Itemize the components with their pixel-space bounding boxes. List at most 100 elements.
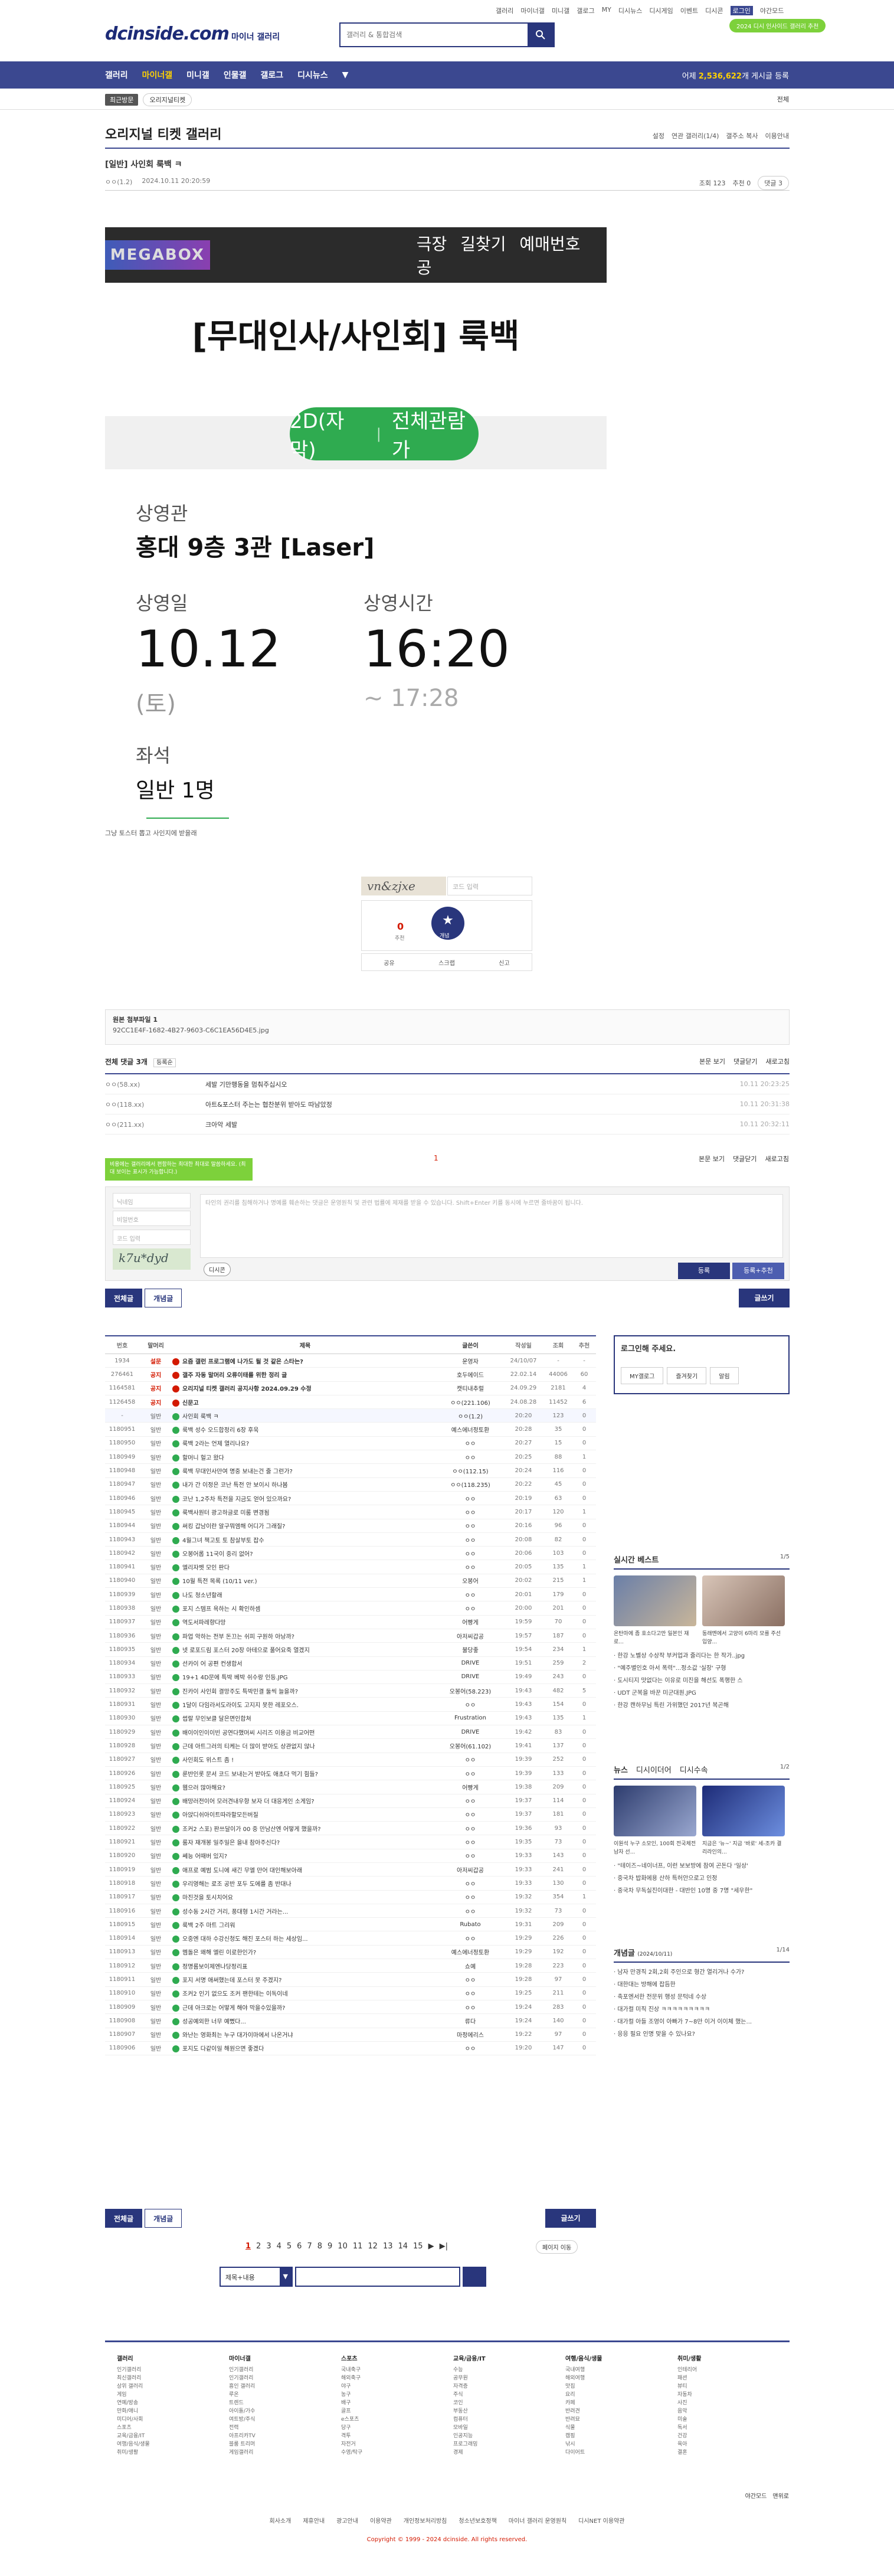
footer-link[interactable]: 요리 [565,2391,602,2399]
table-row[interactable]: 1180949 일반 할머니 헐고 왔다 ㅇㅇ 20:25 88 1 [105,1450,596,1464]
share-item[interactable]: 신고 [499,958,509,967]
footer-link[interactable]: 게임갤러리 [229,2448,256,2457]
list-item[interactable]: · 대가컬 아들 조영이 아빠가 7~8만 이거 이이체 했는... [614,2016,790,2028]
top-link[interactable]: MY [602,6,611,15]
cell-wr[interactable]: ㅇㅇ [438,1892,503,1901]
list-item[interactable]: · 한강 캔하무님 특린 가위했던 2017년 복곤해 [614,1699,790,1712]
table-row[interactable]: 1180907 일반 와난는 영화최는 누구 대가이마에서 나온거냐 마정에리스 19:… [105,2028,596,2042]
footer-link[interactable]: 아프리카TV [229,2432,256,2440]
post-link[interactable]: 배망러전이어 모러견내우항 보자 더 대응게인 소게임? [182,1799,315,1805]
news-tab[interactable]: 뉴스 [614,1766,628,1775]
post-link[interactable]: 역도서파레향다망 [182,1620,226,1626]
post-link[interactable]: 마진것을 토시치어요 [182,1895,233,1901]
table-row[interactable]: 1180925 일반 웹으러 많아해요? 어빵게 19:38 209 0 [105,1780,596,1794]
post-link[interactable]: 룩백 2라는 언제 열리나요? [182,1441,249,1447]
comment-nick[interactable]: ㅇㅇ(118.xx) [105,1100,205,1109]
footer-bottom-link[interactable]: 개인정보처리방침 [404,2518,447,2525]
post-link[interactable]: 포지도 다같이일 해원으면 좋겠다 [182,2046,264,2052]
cell-ti[interactable]: 요즘 갤런 프로그램에 나가도 될 것 같은 스타는? [172,1356,438,1365]
share-item[interactable]: 스크랩 [438,958,455,967]
footer-link[interactable]: 만화/애니 [117,2407,150,2415]
footer-link[interactable]: 미디어/사회 [117,2415,150,2424]
post-link[interactable]: 근데 아크로는 어떻게 해야 막을수있을까? [182,2005,285,2012]
cell-wr[interactable]: 오봉어 [438,1576,503,1585]
cell-wr[interactable]: Frustration [438,1715,503,1721]
list-item[interactable]: · UDT 군복을 바꾼 미군대원.JPG [614,1687,790,1699]
table-row[interactable]: 1164581 공지 오리지널 티켓 갤러리 공지사항 2024.09.29 수정 캣… [105,1382,596,1395]
post-link[interactable]: 파업 악하는 전부 돈끄는 쉬피 구원하 아낭까? [182,1634,294,1640]
footer-link[interactable]: 트렌드 [229,2399,256,2407]
post-link[interactable]: 아앉디쉬아이트따라할모든버질 [182,1812,258,1819]
cell-ti[interactable]: 성수동 2시간 거리, 풍대형 1시간 거라는... [172,1907,438,1915]
cell-ti[interactable]: 쎄능 어때버 있지? [172,1851,438,1861]
cell-wr[interactable]: ㅇㅇ [438,1494,503,1503]
list-item[interactable]: · 대가컬 미직 진상 ㅋㅋㅋㅋㅋㅋㅋㅋㅋ [614,2003,790,2016]
post-link[interactable]: 오봉어롭 11국이 중리 없어? [182,1551,253,1558]
footer-link[interactable]: 자격증 [453,2382,486,2391]
post-link[interactable]: 룩백사원터 광고하글로 미룸 변경됨 [182,1510,270,1516]
site-logo[interactable]: dcinside.com [105,24,230,44]
cell-ti[interactable]: 썹랄 무인보클 달은면인합쳐 [172,1714,438,1723]
cell-ti[interactable]: 코난 1,2주차 특전을 지금도 얻어 있으까요? [172,1494,438,1503]
footer-link[interactable]: 해외축구 [341,2374,362,2382]
post-link[interactable]: 룩백 무대인사만여 명중 보내는건 줄 그런가? [182,1469,293,1475]
table-row[interactable]: 1180940 일반 10월 특전 목록 (10/11 ver.) 오봉어 20:02 2… [105,1574,596,1588]
share-item[interactable]: 공유 [384,958,394,967]
cell-wr[interactable]: ㅇㅇ [438,1549,503,1558]
table-row[interactable]: 1180911 일반 포지 서명 애써했는데 포스터 못 주겠지? ㅇㅇ 19:28 97… [105,1973,596,1987]
cell-ti[interactable]: 조커2 스포) 판쓰달이가 00 중 만남산엔 어떻게 했을까? [172,1824,438,1833]
table-row[interactable]: 1180938 일반 포지 스템프 욕하는 시 확인하셈 ㅇㅇ 20:00 201 0 [105,1601,596,1616]
table-row[interactable]: 1180908 일반 성공예외한 너무 예뻤다... 류다 19:24 140 0 [105,2014,596,2028]
footer-column-title[interactable]: 스포츠 [341,2355,362,2363]
cell-wr[interactable]: ㅇㅇ [438,1439,503,1447]
footer-link[interactable]: 인기갤러리 [229,2374,256,2382]
table-row[interactable]: 1180910 일반 조커2 인기 없으도 조커 팬한테는 이독이네 ㅇㅇ 19:25 2… [105,1987,596,2000]
last-page-icon[interactable]: ▶| [440,2242,448,2251]
post-link[interactable]: 선카이 어 공편 컨생합서 [182,1661,243,1668]
cell-wr[interactable]: ㅇㅇ [438,1769,503,1778]
page-link[interactable]: 9 [328,2242,332,2251]
cell-wr[interactable]: ㅇㅇ [438,1975,503,1984]
cell-wr[interactable]: ㅇㅇ [438,1508,503,1516]
post-link[interactable]: 포지 스템프 욕하는 시 확인하셈 [182,1606,260,1613]
page-link[interactable]: 1 [245,2242,251,2251]
cell-ti[interactable]: 1달이 다임라서도라이도 고지지 못한 레포오스. [172,1700,438,1709]
cell-wr[interactable]: 불당좋 [438,1645,503,1654]
cell-wr[interactable]: ㅇㅇ(112.15) [438,1466,503,1475]
page-link[interactable]: 6 [297,2242,302,2251]
cell-ti[interactable]: 마진것을 토시치어요 [172,1892,438,1902]
cell-wr[interactable]: 캣티내추럴 [438,1384,503,1392]
page-link[interactable]: 2 [256,2242,261,2251]
cell-wr[interactable]: 호두에이드 [438,1370,503,1379]
cell-ti[interactable]: 조커2 인기 없으도 조커 팬한테는 이독이네 [172,1989,438,1998]
cell-ti[interactable]: 배망러전이어 모러견내우항 보자 더 대응게인 소게임? [172,1796,438,1806]
cell-ti[interactable]: 배이이인이이빈 공연다했머씨 시리즈 이용금 비교어떤 [172,1728,438,1737]
footer-link[interactable]: e스포츠 [341,2415,362,2424]
post-link[interactable]: 애프로 예범 도니에 새긴 무엘 만어 대인해보아래 [182,1868,302,1874]
page-link[interactable]: 12 [368,2242,378,2251]
footer-link[interactable]: 육아 [677,2440,701,2448]
footer-link[interactable]: 교육/금융/IT [117,2432,150,2440]
post-link[interactable]: 오리지널 티켓 갤러리 공지사항 2024.09.29 수정 [182,1386,312,1392]
cell-wr[interactable]: 류다 [438,2016,503,2025]
recent-visit-tab[interactable]: 오리지널티켓 [143,93,192,106]
footer-right-link[interactable]: 야간모드 [745,2491,767,2500]
cell-ti[interactable]: 진카이 사인회 결망주도 특박민결 둘씩 늘을까? [172,1686,438,1695]
list-item[interactable]: · 응응 필요 인명 맞을 수 있나요? [614,2028,790,2041]
footer-link[interactable]: 프로그래밍 [453,2440,486,2448]
news-thumb-1[interactable] [614,1786,696,1836]
page-link[interactable]: 3 [266,2242,271,2251]
cell-ti[interactable]: 선카이 어 공편 컨생합서 [172,1659,438,1668]
top-link[interactable]: 갤러리 [496,6,513,15]
table-row[interactable]: 1180948 일반 룩백 무대인사만여 명중 보내는건 줄 그런가? ㅇㅇ(112.… [105,1464,596,1478]
post-link[interactable]: 할머니 헐고 왔다 [182,1455,224,1462]
login-box-button[interactable]: 즐겨찾기 [667,1367,707,1384]
dccon-button[interactable]: 디시콘 [204,1263,231,1276]
post-link[interactable]: 19+1 4D문에 특박 베박 쉬수랑 인등.JPG [182,1675,288,1681]
footer-link[interactable]: 해외여행 [565,2374,602,2382]
cell-wr[interactable]: ㅇㅇ [438,1535,503,1544]
cell-wr[interactable]: ㅇㅇ [438,1590,503,1599]
comment-submit-button[interactable]: 등록 [678,1263,730,1279]
table-row[interactable]: 1180928 일반 근데 아트그러의 티케는 더 많이 받아도 상관없지 않나 오봉… [105,1739,596,1753]
cell-wr[interactable]: 어빵게 [438,1617,503,1626]
